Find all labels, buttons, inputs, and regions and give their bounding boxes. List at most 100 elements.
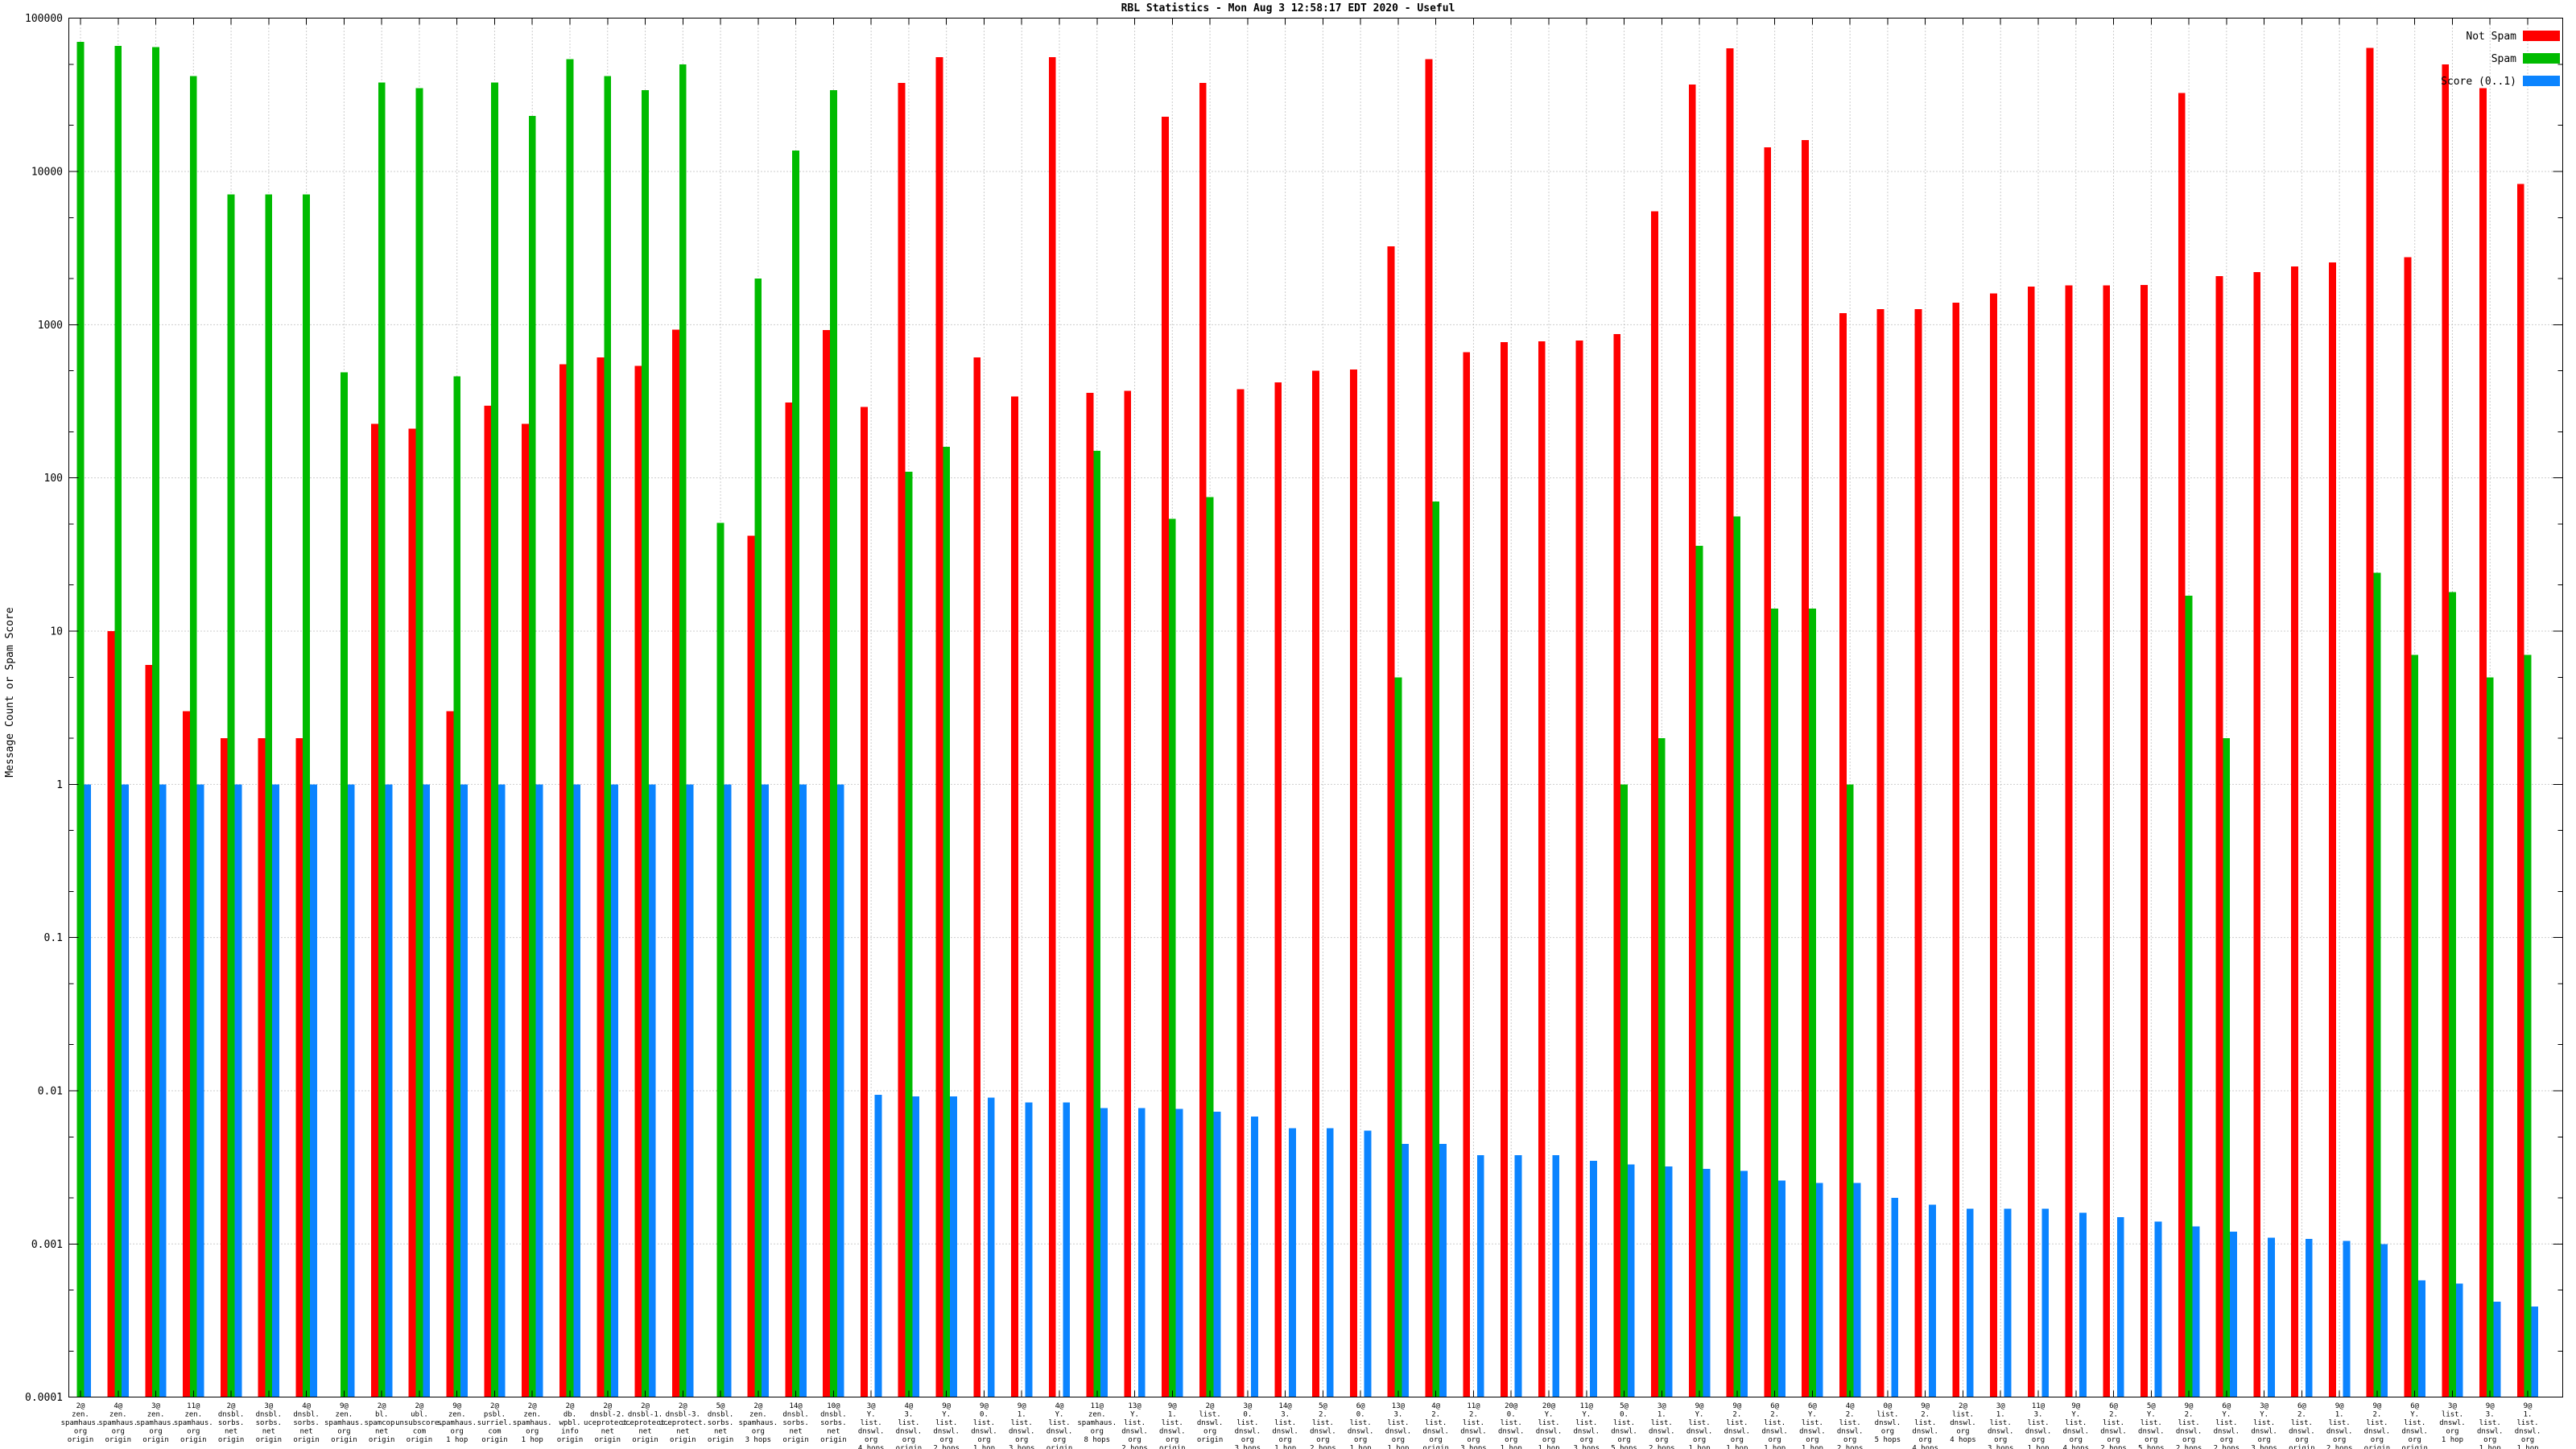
bar-spam bbox=[829, 89, 837, 1397]
x-category-label: spamhaus. bbox=[1077, 1419, 1117, 1427]
x-category-label: 5 hops bbox=[1875, 1436, 1901, 1444]
x-category-label: dnswl. bbox=[1235, 1428, 1261, 1436]
x-category-label: list. bbox=[2253, 1419, 2275, 1427]
x-category-label: origin bbox=[218, 1436, 245, 1444]
legend-label: Score (0..1) bbox=[2441, 76, 2516, 88]
bar-score bbox=[1778, 1180, 1785, 1397]
x-category-label: surriel. bbox=[477, 1419, 512, 1427]
x-category-label: 9@ bbox=[1732, 1402, 1741, 1410]
x-category-label: dnsbl. bbox=[782, 1411, 809, 1419]
x-category-label: dnswl. bbox=[858, 1428, 885, 1436]
bar-not-spam bbox=[1613, 333, 1621, 1397]
x-category-label: list. bbox=[973, 1419, 995, 1427]
bar-spam bbox=[415, 88, 423, 1397]
x-category-label: org bbox=[1693, 1436, 1706, 1444]
bar-score bbox=[686, 784, 694, 1397]
x-category-label: 2@ bbox=[753, 1402, 762, 1410]
bar-score bbox=[2230, 1232, 2238, 1397]
x-category-label: 11@ bbox=[1091, 1402, 1104, 1410]
x-category-label: org bbox=[1768, 1436, 1781, 1444]
bar-spam bbox=[642, 89, 649, 1397]
bar-score bbox=[2154, 1221, 2162, 1397]
x-category-label: 3@ bbox=[867, 1402, 876, 1410]
x-category-label: org bbox=[2220, 1436, 2233, 1444]
bar-spam bbox=[378, 82, 386, 1397]
bar-score bbox=[2418, 1280, 2425, 1397]
x-category-label: 3 hops bbox=[1574, 1445, 1600, 1449]
x-category-label: spamcop. bbox=[364, 1419, 398, 1427]
x-category-label: zen. bbox=[147, 1411, 165, 1419]
x-category-label: Y. bbox=[1582, 1411, 1591, 1419]
x-category-label: org bbox=[2070, 1436, 2083, 1444]
x-category-label: 9@ bbox=[2071, 1402, 2080, 1410]
bar-not-spam bbox=[1425, 59, 1433, 1397]
bar-not-spam bbox=[1162, 117, 1169, 1397]
x-category-label: 4@ bbox=[1846, 1402, 1855, 1410]
x-category-label: 4@ bbox=[905, 1402, 914, 1410]
x-category-label: Y. bbox=[1130, 1411, 1139, 1419]
x-category-label: 4 hops bbox=[1912, 1445, 1938, 1449]
x-category-label: 4@ bbox=[114, 1402, 122, 1410]
x-category-label: 2 hops bbox=[2214, 1445, 2240, 1449]
x-category-label: info bbox=[561, 1428, 579, 1436]
x-category-label: 3. bbox=[2486, 1411, 2495, 1419]
x-category-label: dnswl. bbox=[2439, 1419, 2466, 1427]
x-category-label: list. bbox=[1124, 1419, 1146, 1427]
x-category-label: org bbox=[74, 1428, 87, 1436]
x-category-label: list. bbox=[1274, 1419, 1296, 1427]
x-category-label: dnswl. bbox=[1197, 1419, 1224, 1427]
bar-not-spam bbox=[2140, 284, 2148, 1397]
x-category-label: 9@ bbox=[980, 1402, 989, 1410]
x-category-label: net bbox=[225, 1428, 237, 1436]
x-category-label: org bbox=[1505, 1436, 1517, 1444]
x-category-label: spamhaus. bbox=[174, 1419, 213, 1427]
x-category-label: dnswl. bbox=[1460, 1428, 1487, 1436]
bar-spam bbox=[340, 372, 348, 1397]
x-category-label: 6@ bbox=[2109, 1402, 2118, 1410]
x-category-label: 14@ bbox=[789, 1402, 803, 1410]
x-category-label: 2. bbox=[2185, 1411, 2194, 1419]
x-category-label: uceprotect. bbox=[659, 1419, 708, 1427]
x-category-label: dnswl. bbox=[2515, 1428, 2541, 1436]
x-category-label: 2@ bbox=[415, 1402, 424, 1410]
x-category-label: zen. bbox=[72, 1411, 89, 1419]
x-category-label: dnswl. bbox=[1611, 1428, 1637, 1436]
x-category-label: list. bbox=[1651, 1419, 1673, 1427]
x-category-label: org bbox=[865, 1436, 877, 1444]
bar-spam bbox=[716, 522, 724, 1397]
bar-spam bbox=[2486, 677, 2494, 1397]
x-category-label: 11@ bbox=[187, 1402, 200, 1410]
x-category-label: 3 hops bbox=[1009, 1445, 1035, 1449]
bar-score bbox=[648, 784, 656, 1397]
x-category-label: 1. bbox=[2335, 1411, 2344, 1419]
x-category-label: sorbs. bbox=[293, 1419, 320, 1427]
x-category-label: 9@ bbox=[1018, 1402, 1026, 1410]
x-category-label: org bbox=[1806, 1436, 1818, 1444]
bar-spam bbox=[1846, 784, 1854, 1397]
x-category-label: origin bbox=[557, 1436, 584, 1444]
bar-score bbox=[159, 784, 167, 1397]
x-category-label: org bbox=[337, 1428, 350, 1436]
bar-score bbox=[1439, 1143, 1447, 1397]
x-category-label: list. bbox=[1048, 1419, 1070, 1427]
x-category-label: 5 hops bbox=[1611, 1445, 1637, 1449]
bar-not-spam bbox=[370, 423, 378, 1397]
bar-not-spam bbox=[1387, 246, 1395, 1397]
x-category-label: dnswl. bbox=[1121, 1428, 1148, 1436]
x-category-label: origin bbox=[820, 1436, 847, 1444]
x-category-label: spamhaus. bbox=[136, 1419, 175, 1427]
x-category-label: 4@ bbox=[302, 1402, 311, 1410]
x-category-label: net bbox=[375, 1428, 388, 1436]
bar-not-spam bbox=[823, 330, 830, 1397]
x-category-label: 13@ bbox=[1128, 1402, 1141, 1410]
bar-score bbox=[1175, 1108, 1183, 1397]
x-category-label: Y. bbox=[1808, 1411, 1817, 1419]
x-category-label: org bbox=[1278, 1436, 1291, 1444]
x-category-label: list. bbox=[1613, 1419, 1635, 1427]
x-category-label: sorbs. bbox=[708, 1419, 734, 1427]
x-category-label: 2@ bbox=[227, 1402, 236, 1410]
x-category-label: 1. bbox=[1168, 1411, 1177, 1419]
x-category-label: 4 hops bbox=[1950, 1436, 1976, 1444]
x-category-label: list. bbox=[1199, 1411, 1221, 1419]
x-category-label: list. bbox=[2103, 1419, 2124, 1427]
